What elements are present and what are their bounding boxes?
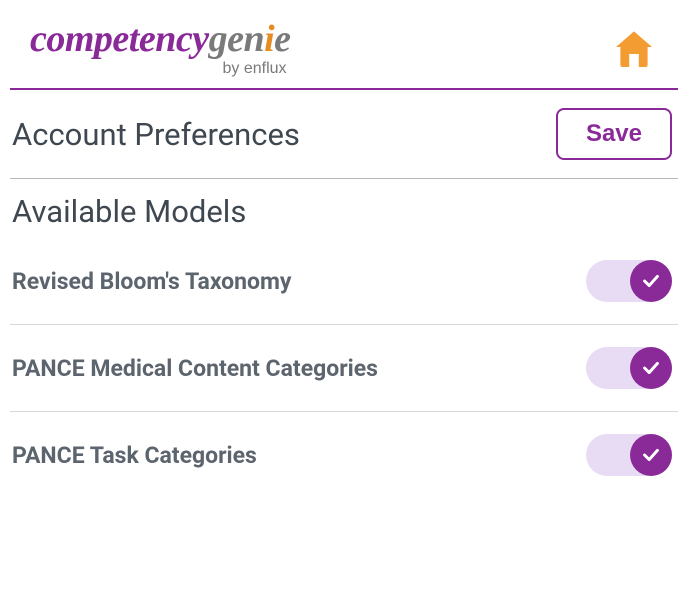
check-icon <box>630 347 672 389</box>
model-toggle[interactable] <box>586 260 672 302</box>
model-row: PANCE Medical Content Categories <box>10 325 678 412</box>
model-label: PANCE Medical Content Categories <box>12 355 378 382</box>
brand-part2: gen <box>209 18 265 60</box>
home-icon[interactable] <box>610 25 658 73</box>
brand-tagline: by enflux <box>222 60 286 78</box>
brand-logo: competencygenie by enflux <box>30 20 291 78</box>
app-header: competencygenie by enflux <box>10 20 678 90</box>
section-title-available-models: Available Models <box>10 179 678 238</box>
check-icon <box>630 434 672 476</box>
brand-wordmark: competencygenie <box>30 20 291 58</box>
brand-part4: e <box>274 18 290 60</box>
check-icon <box>630 260 672 302</box>
model-toggle[interactable] <box>586 347 672 389</box>
brand-part1: competency <box>30 18 209 60</box>
model-row: PANCE Task Categories <box>10 412 678 498</box>
model-toggle[interactable] <box>586 434 672 476</box>
preferences-bar: Account Preferences Save <box>10 90 678 179</box>
model-row: Revised Bloom's Taxonomy <box>10 238 678 325</box>
model-label: PANCE Task Categories <box>12 442 257 469</box>
page-title: Account Preferences <box>12 116 300 153</box>
brand-part3: i <box>264 18 274 60</box>
model-label: Revised Bloom's Taxonomy <box>12 268 292 295</box>
save-button[interactable]: Save <box>556 108 672 160</box>
